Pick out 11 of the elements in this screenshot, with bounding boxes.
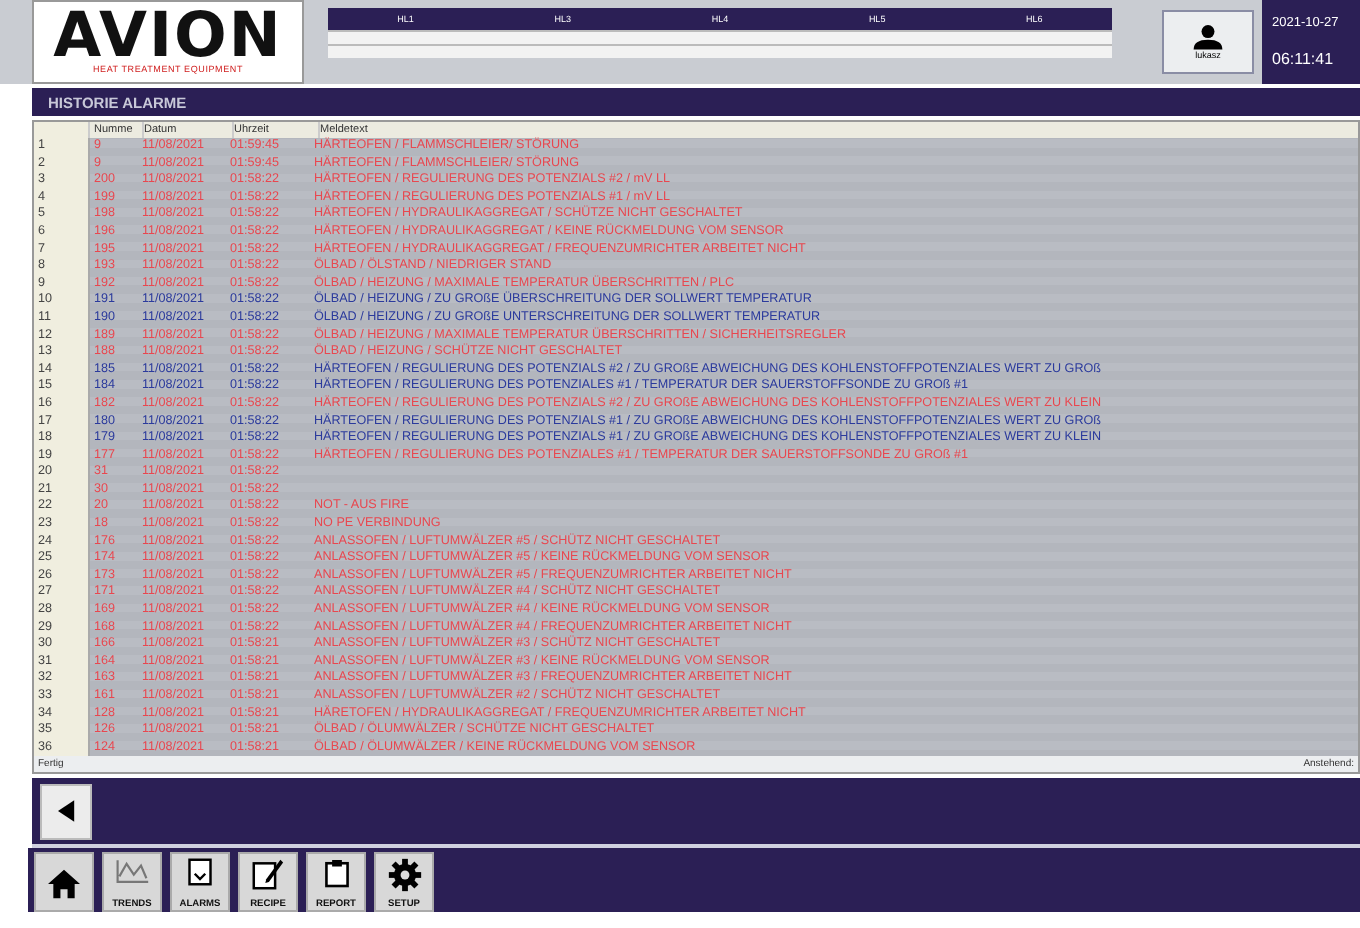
document-icon [186,858,214,887]
home-button[interactable] [34,852,94,913]
logo-wordmark: AVION [53,10,283,64]
user-icon [1190,24,1226,50]
back-arrow-icon [57,800,75,823]
edit-document-icon [252,858,284,891]
clipboard-icon [323,858,349,889]
chart-icon [114,858,150,885]
home-icon [46,868,82,901]
back-button[interactable] [40,783,92,840]
time-text: 06:11:41 [1272,50,1336,68]
